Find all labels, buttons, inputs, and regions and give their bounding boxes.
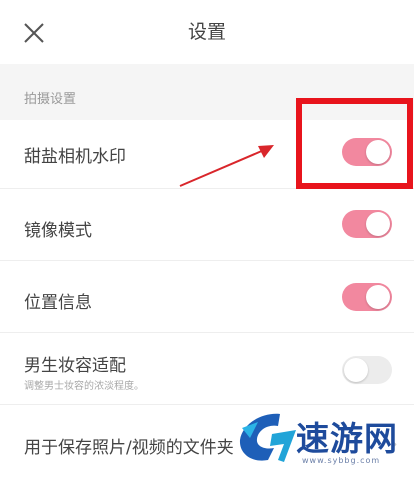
watermark-url: www.sybbg.com: [302, 456, 381, 465]
highlight-box: [296, 98, 413, 189]
toggle-knob: [344, 358, 368, 382]
setting-row-location: 位置信息: [0, 261, 414, 331]
watermark-brand: 速游网: [296, 419, 398, 458]
page-title: 设置: [187, 21, 226, 43]
setting-label: 甜盐相机水印: [24, 147, 126, 167]
setting-label: 男生妆容适配: [24, 356, 126, 376]
setting-row-mirror: 镜像模式: [0, 189, 414, 259]
watermark-logo-icon: [239, 413, 296, 462]
setting-label: 镜像模式: [24, 221, 92, 241]
arrow-icon: [179, 145, 274, 187]
header: 设置: [0, 0, 414, 64]
male-makeup-toggle[interactable]: [342, 356, 392, 384]
setting-label: 位置信息: [24, 293, 92, 313]
setting-sublabel: 调整男士妆容的浓淡程度。: [24, 381, 144, 392]
toggle-knob: [366, 285, 390, 309]
watermark: 速游网 www.sybbg.com: [232, 408, 414, 480]
mirror-mode-toggle[interactable]: [342, 210, 392, 238]
toggle-knob: [366, 212, 390, 236]
location-toggle[interactable]: [342, 283, 392, 311]
section-label: 拍摄设置: [24, 92, 77, 107]
setting-row-male-makeup: 男生妆容适配 调整男士妆容的浓淡程度。: [0, 333, 414, 403]
setting-label: 用于保存照片/视频的文件夹: [24, 438, 234, 458]
